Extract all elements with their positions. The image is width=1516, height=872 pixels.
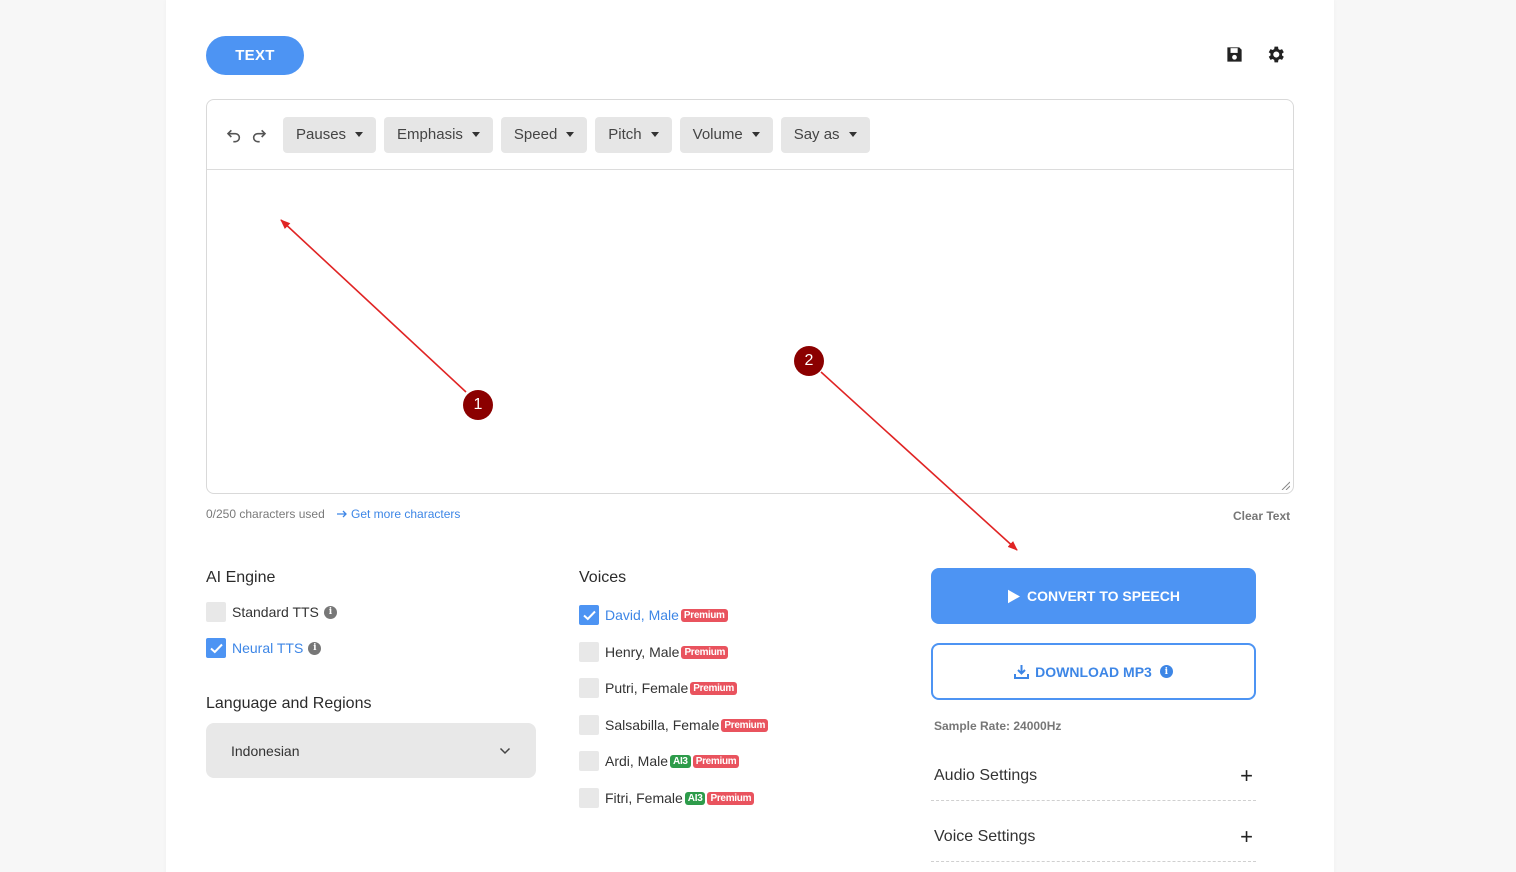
plus-icon: + <box>1240 823 1253 849</box>
voices-title: Voices <box>579 569 627 586</box>
checkmark-icon <box>209 643 223 653</box>
premium-badge: Premium <box>707 791 755 805</box>
text-mode-button[interactable]: TEXT <box>206 36 304 75</box>
voice-item-salsabilla[interactable]: Salsabilla, Female Premium <box>579 715 769 735</box>
undo-redo-group <box>225 126 267 143</box>
voice-checkbox[interactable] <box>579 788 599 808</box>
top-icons <box>1224 44 1286 65</box>
audio-settings-accordion[interactable]: Audio Settings + <box>931 751 1256 801</box>
emphasis-label: Emphasis <box>397 126 463 143</box>
text-editor: Pauses Emphasis Speed Pitch Volume Say a… <box>206 99 1294 494</box>
pauses-dropdown[interactable]: Pauses <box>283 116 377 153</box>
voice-label: Salsabilla, Female <box>605 717 720 733</box>
neural-tts-checkbox[interactable] <box>206 638 226 658</box>
play-icon <box>1008 589 1020 603</box>
caret-down-icon <box>848 132 857 137</box>
voice-label: Henry, Male <box>605 644 680 660</box>
text-input-area[interactable] <box>207 171 1293 493</box>
save-icon[interactable] <box>1224 44 1245 65</box>
chevron-down-icon <box>499 747 511 754</box>
language-selected-value: Indonesian <box>231 742 300 759</box>
voice-label: David, Male <box>605 607 679 623</box>
voice-checkbox[interactable] <box>579 715 599 735</box>
voice-item-fitri[interactable]: Fitri, Female AI3 Premium <box>579 788 755 808</box>
convert-label: CONVERT TO SPEECH <box>1027 588 1180 604</box>
speed-label: Speed <box>513 126 558 143</box>
voice-checkbox[interactable] <box>579 642 599 662</box>
voice-checkbox[interactable] <box>579 678 599 698</box>
redo-icon[interactable] <box>250 126 267 143</box>
standard-tts-checkbox[interactable] <box>206 602 226 622</box>
language-select[interactable]: Indonesian <box>206 723 536 778</box>
ai3-badge: AI3 <box>684 791 706 805</box>
info-icon[interactable]: i <box>323 605 337 619</box>
speed-dropdown[interactable]: Speed <box>500 116 588 153</box>
get-more-characters-label: Get more characters <box>351 507 461 521</box>
standard-tts-option[interactable]: Standard TTS i <box>206 602 337 622</box>
get-more-characters-link[interactable]: Get more characters <box>337 507 460 521</box>
voice-settings-accordion[interactable]: Voice Settings + <box>931 812 1256 862</box>
caret-down-icon <box>566 132 575 137</box>
caret-down-icon <box>751 132 760 137</box>
checkmark-icon <box>582 610 596 620</box>
emphasis-dropdown[interactable]: Emphasis <box>384 116 493 153</box>
say-as-label: Say as <box>793 126 840 143</box>
clear-text-button[interactable]: Clear Text <box>1233 509 1290 523</box>
voice-item-david[interactable]: David, Male Premium <box>579 605 728 625</box>
premium-badge: Premium <box>680 608 728 622</box>
premium-badge: Premium <box>692 754 740 768</box>
premium-badge: Premium <box>721 718 769 732</box>
pitch-label: Pitch <box>608 126 642 143</box>
pitch-dropdown[interactable]: Pitch <box>595 116 672 153</box>
standard-tts-label: Standard TTS <box>232 604 319 620</box>
plus-icon: + <box>1240 762 1253 788</box>
ai3-badge: AI3 <box>670 754 691 768</box>
caret-down-icon <box>355 132 364 137</box>
resize-grip-icon[interactable] <box>1281 481 1290 490</box>
audio-settings-label: Audio Settings <box>934 766 1038 784</box>
premium-badge: Premium <box>690 681 737 695</box>
arrow-right-icon <box>337 510 347 518</box>
voice-label: Putri, Female <box>605 680 689 696</box>
caret-down-icon <box>650 132 659 137</box>
caret-down-icon <box>471 132 480 137</box>
download-icon <box>1014 665 1030 679</box>
sample-rate-text: Sample Rate: 24000Hz <box>934 719 1062 733</box>
pauses-label: Pauses <box>296 126 347 143</box>
undo-icon[interactable] <box>225 126 242 143</box>
main-card: TEXT Pauses Emphasis Speed Pitch Volume … <box>166 0 1334 872</box>
say-as-dropdown[interactable]: Say as <box>780 116 870 153</box>
volume-label: Volume <box>692 126 743 143</box>
neural-tts-option[interactable]: Neural TTS i <box>206 638 322 658</box>
neural-tts-label: Neural TTS <box>232 640 304 656</box>
gear-icon[interactable] <box>1265 44 1286 65</box>
ai-engine-title: AI Engine <box>206 569 276 586</box>
voice-checkbox[interactable] <box>579 605 599 625</box>
download-label: DOWNLOAD MP3 <box>1035 663 1152 680</box>
voice-settings-label: Voice Settings <box>934 827 1036 845</box>
download-mp3-button[interactable]: DOWNLOAD MP3 i <box>931 643 1256 700</box>
convert-to-speech-button[interactable]: CONVERT TO SPEECH <box>931 568 1256 624</box>
voice-item-ardi[interactable]: Ardi, Male AI3 Premium <box>579 751 740 771</box>
premium-badge: Premium <box>681 645 729 659</box>
annotation-marker-2: 2 <box>794 346 824 376</box>
ssml-toolbar: Pauses Emphasis Speed Pitch Volume Say a… <box>207 100 1293 170</box>
voice-label: Ardi, Male <box>605 753 669 769</box>
voice-checkbox[interactable] <box>579 751 599 771</box>
info-icon[interactable]: i <box>308 641 322 655</box>
voice-item-putri[interactable]: Putri, Female Premium <box>579 678 737 698</box>
volume-dropdown[interactable]: Volume <box>679 116 773 153</box>
voice-label: Fitri, Female <box>605 790 683 806</box>
voice-item-henry[interactable]: Henry, Male Premium <box>579 642 729 662</box>
language-title: Language and Regions <box>206 695 372 712</box>
character-counter: 0/250 characters used <box>206 507 325 521</box>
annotation-marker-1: 1 <box>463 390 493 420</box>
info-icon[interactable]: i <box>1159 665 1173 678</box>
